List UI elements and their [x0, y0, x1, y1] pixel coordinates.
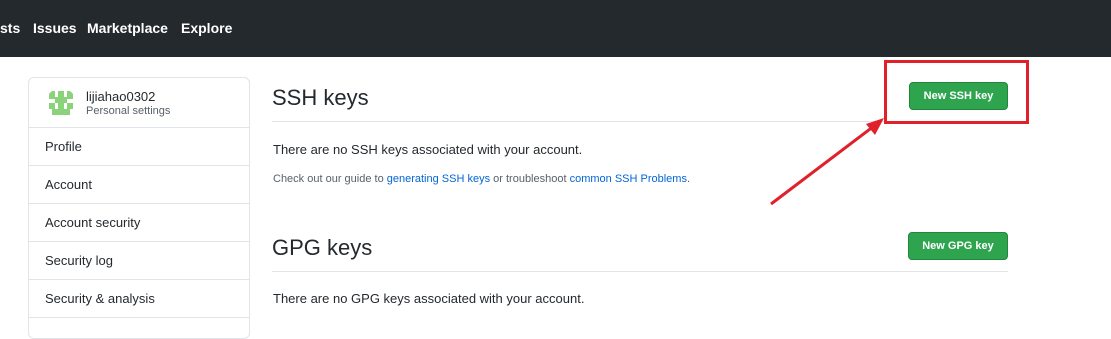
sidebar-item-label: Security log [45, 253, 113, 268]
ssh-empty-message: There are no SSH keys associated with yo… [273, 142, 583, 157]
sidebar-item-account-security[interactable]: Account security [29, 204, 249, 242]
nav-gists-link[interactable]: sts [0, 19, 20, 37]
generating-ssh-keys-link[interactable]: generating SSH keys [387, 173, 490, 185]
sidebar-item-label: Security & analysis [45, 291, 155, 306]
settings-sidebar: lijiahao0302 Personal settings Profile A… [28, 77, 250, 339]
gpg-keys-heading: GPG keys [272, 235, 373, 260]
nav-marketplace-link[interactable]: Marketplace [87, 19, 168, 37]
ssh-guide-text: Check out our guide to generating SSH ke… [273, 173, 690, 185]
personal-settings-label: Personal settings [86, 105, 171, 117]
sidebar-item-label: Profile [45, 139, 82, 154]
sidebar-item-security-analysis[interactable]: Security & analysis [29, 280, 249, 318]
gpg-divider [272, 271, 1008, 272]
guide-prefix: Check out our guide to [273, 173, 387, 185]
top-navigation-bar: sts Issues Marketplace Explore [0, 0, 1111, 57]
guide-suffix: . [686, 173, 691, 185]
guide-middle: or troubleshoot [490, 173, 570, 185]
common-ssh-problems-link[interactable]: common SSH Problems [570, 173, 687, 185]
new-gpg-key-button[interactable]: New GPG key [908, 232, 1008, 260]
identicon-avatar-icon [46, 88, 76, 118]
nav-explore-link[interactable]: Explore [181, 19, 232, 37]
sidebar-item-profile[interactable]: Profile [29, 128, 249, 166]
sidebar-item-security-log[interactable]: Security log [29, 242, 249, 280]
username-label: lijiahao0302 [86, 89, 156, 104]
gpg-empty-message: There are no GPG keys associated with yo… [273, 291, 585, 306]
sidebar-item-label: Account [45, 177, 92, 192]
nav-issues-link[interactable]: Issues [33, 19, 77, 37]
sidebar-item-account[interactable]: Account [29, 166, 249, 204]
user-summary[interactable]: lijiahao0302 Personal settings [29, 78, 249, 128]
identicon-avatar [46, 88, 76, 118]
sidebar-item-label: Account security [45, 215, 141, 230]
ssh-keys-heading: SSH keys [272, 85, 369, 110]
annotation-highlight-box [884, 60, 1029, 124]
